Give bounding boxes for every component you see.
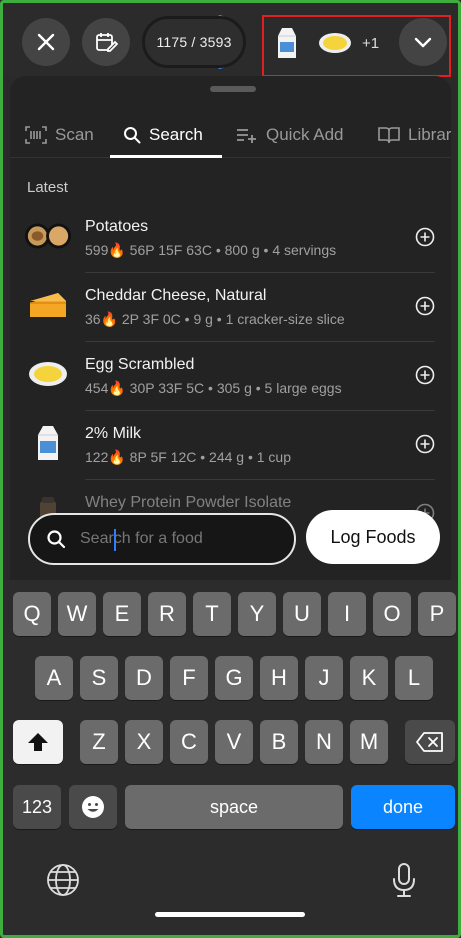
backspace-key[interactable] (405, 720, 455, 764)
add-food-icon[interactable] (415, 296, 435, 316)
selected-foods-tray[interactable]: +1 (264, 17, 404, 69)
milk-carton-icon (274, 26, 300, 60)
top-bar: 1175 / 3593 +1 (0, 0, 461, 77)
extra-selected-count: +1 (362, 34, 380, 52)
scrambled-egg-icon (24, 354, 72, 394)
add-food-icon[interactable] (415, 365, 435, 385)
calendar-edit-icon (96, 33, 118, 52)
key-j[interactable]: J (305, 656, 343, 700)
tab-library[interactable]: Library (378, 112, 451, 158)
tab-library-label: Library (408, 125, 451, 144)
expand-selected-button[interactable] (399, 18, 447, 66)
search-input[interactable] (80, 530, 270, 548)
close-icon (37, 33, 55, 51)
food-details: 36🔥 2P 3F 0C • 9 g • 1 cracker-size slic… (85, 311, 345, 327)
calorie-text: 1175 / 3593 (156, 34, 232, 50)
shift-key[interactable] (13, 720, 63, 764)
text-caret (114, 529, 116, 551)
key-s[interactable]: S (80, 656, 118, 700)
key-d[interactable]: D (125, 656, 163, 700)
key-a[interactable]: A (35, 656, 73, 700)
scrambled-egg-icon (318, 31, 352, 55)
chevron-down-icon (414, 37, 432, 48)
key-k[interactable]: K (350, 656, 388, 700)
calorie-counter[interactable]: 1175 / 3593 (142, 16, 246, 68)
globe-key[interactable] (46, 863, 80, 902)
key-w[interactable]: W (58, 592, 96, 636)
key-z[interactable]: Z (80, 720, 118, 764)
space-key[interactable]: space (125, 785, 343, 829)
add-food-icon[interactable] (415, 434, 435, 454)
food-name: Cheddar Cheese, Natural (85, 287, 267, 304)
potatoes-icon (24, 216, 72, 256)
barcode-icon (25, 126, 47, 144)
tab-quick-add-label: Quick Add (266, 125, 344, 144)
emoji-icon (82, 796, 104, 818)
key-m[interactable]: M (350, 720, 388, 764)
close-button[interactable] (22, 18, 70, 66)
search-bar[interactable] (28, 513, 296, 565)
done-key[interactable]: done (351, 785, 455, 829)
search-icon (46, 529, 66, 549)
key-n[interactable]: N (305, 720, 343, 764)
quick-add-icon (236, 127, 258, 143)
key-u[interactable]: U (283, 592, 321, 636)
food-name: Whey Protein Powder Isolate (85, 494, 292, 511)
food-row[interactable]: Potatoes 599🔥 56P 15F 63C • 800 g • 4 se… (10, 204, 451, 273)
section-title-latest: Latest (27, 179, 68, 196)
dictation-key[interactable] (392, 862, 416, 903)
key-l[interactable]: L (395, 656, 433, 700)
tab-quick-add[interactable]: Quick Add (236, 112, 344, 158)
key-h[interactable]: H (260, 656, 298, 700)
milk-carton-icon (24, 423, 72, 463)
key-q[interactable]: Q (13, 592, 51, 636)
food-row[interactable]: Egg Scrambled 454🔥 30P 33F 5C • 305 g • … (10, 342, 451, 411)
tab-bar: Scan Search Quick Add Library (10, 112, 451, 158)
microphone-icon (393, 863, 415, 897)
food-name: Potatoes (85, 218, 149, 235)
food-name: Egg Scrambled (85, 356, 195, 373)
key-t[interactable]: T (193, 592, 231, 636)
numbers-key[interactable]: 123 (13, 785, 61, 829)
food-row[interactable]: Cheddar Cheese, Natural 36🔥 2P 3F 0C • 9… (10, 273, 451, 342)
cheese-icon (24, 285, 72, 325)
food-details: 599🔥 56P 15F 63C • 800 g • 4 servings (85, 242, 337, 258)
key-c[interactable]: C (170, 720, 208, 764)
key-b[interactable]: B (260, 720, 298, 764)
key-x[interactable]: X (125, 720, 163, 764)
food-details: 454🔥 30P 33F 5C • 305 g • 5 large eggs (85, 380, 342, 396)
globe-icon (47, 864, 79, 896)
active-tab-indicator (110, 155, 222, 158)
food-row[interactable]: 2% Milk 122🔥 8P 5F 12C • 244 g • 1 cup (10, 411, 451, 480)
key-y[interactable]: Y (238, 592, 276, 636)
edit-date-button[interactable] (82, 18, 130, 66)
key-g[interactable]: G (215, 656, 253, 700)
tab-scan[interactable]: Scan (25, 112, 94, 158)
sheet-grabber[interactable] (210, 86, 256, 92)
key-p[interactable]: P (418, 592, 456, 636)
key-r[interactable]: R (148, 592, 186, 636)
food-details: 122🔥 8P 5F 12C • 244 g • 1 cup (85, 449, 291, 465)
log-foods-button[interactable]: Log Foods (306, 510, 440, 564)
home-indicator[interactable] (155, 912, 305, 917)
backspace-icon (416, 732, 443, 752)
emoji-key[interactable] (69, 785, 117, 829)
key-v[interactable]: V (215, 720, 253, 764)
tab-search[interactable]: Search (123, 112, 203, 158)
tab-scan-label: Scan (55, 125, 94, 144)
add-food-icon[interactable] (415, 227, 435, 247)
key-i[interactable]: I (328, 592, 366, 636)
search-icon (123, 126, 141, 144)
shift-icon (28, 733, 48, 751)
food-name: 2% Milk (85, 425, 142, 442)
key-f[interactable]: F (170, 656, 208, 700)
book-icon (378, 126, 400, 144)
tab-search-label: Search (149, 125, 203, 144)
key-e[interactable]: E (103, 592, 141, 636)
key-o[interactable]: O (373, 592, 411, 636)
